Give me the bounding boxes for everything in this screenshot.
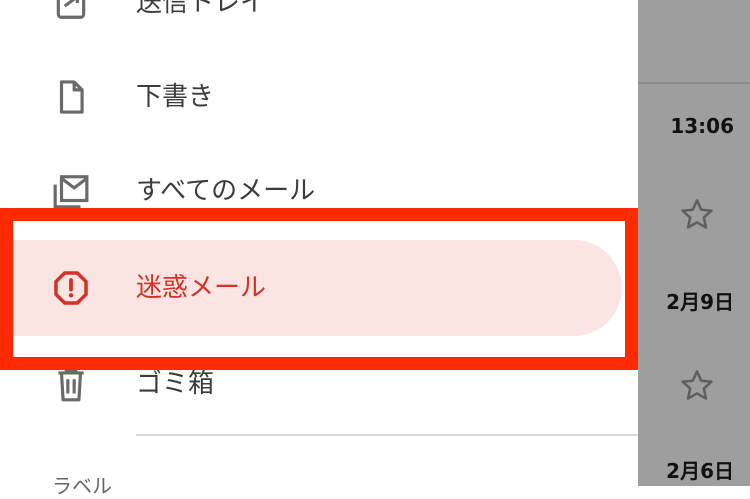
labels-section-header: ラベル xyxy=(52,474,112,498)
star-icon[interactable] xyxy=(678,367,716,405)
draft-icon xyxy=(59,80,84,114)
all-mail-icon xyxy=(53,175,89,209)
list-divider xyxy=(638,82,750,84)
drawer-item-outbox[interactable]: 送信トレイ xyxy=(0,0,638,42)
email-time: 13:06 xyxy=(670,114,734,138)
star-icon[interactable] xyxy=(678,196,716,234)
highlight-frame xyxy=(0,208,638,370)
email-date: 2月6日 xyxy=(666,459,734,483)
drawer-item-drafts[interactable]: 下書き xyxy=(0,58,638,136)
email-list-overlay[interactable]: 13:06 2月9日 2月6日 xyxy=(638,0,750,486)
drawer-item-label: 下書き xyxy=(136,82,215,112)
drawer-item-label: 送信トレイ xyxy=(136,0,267,18)
drawer-divider xyxy=(136,434,638,436)
outbox-icon xyxy=(56,0,86,19)
trash-icon xyxy=(58,368,84,402)
email-date: 2月9日 xyxy=(666,290,734,314)
